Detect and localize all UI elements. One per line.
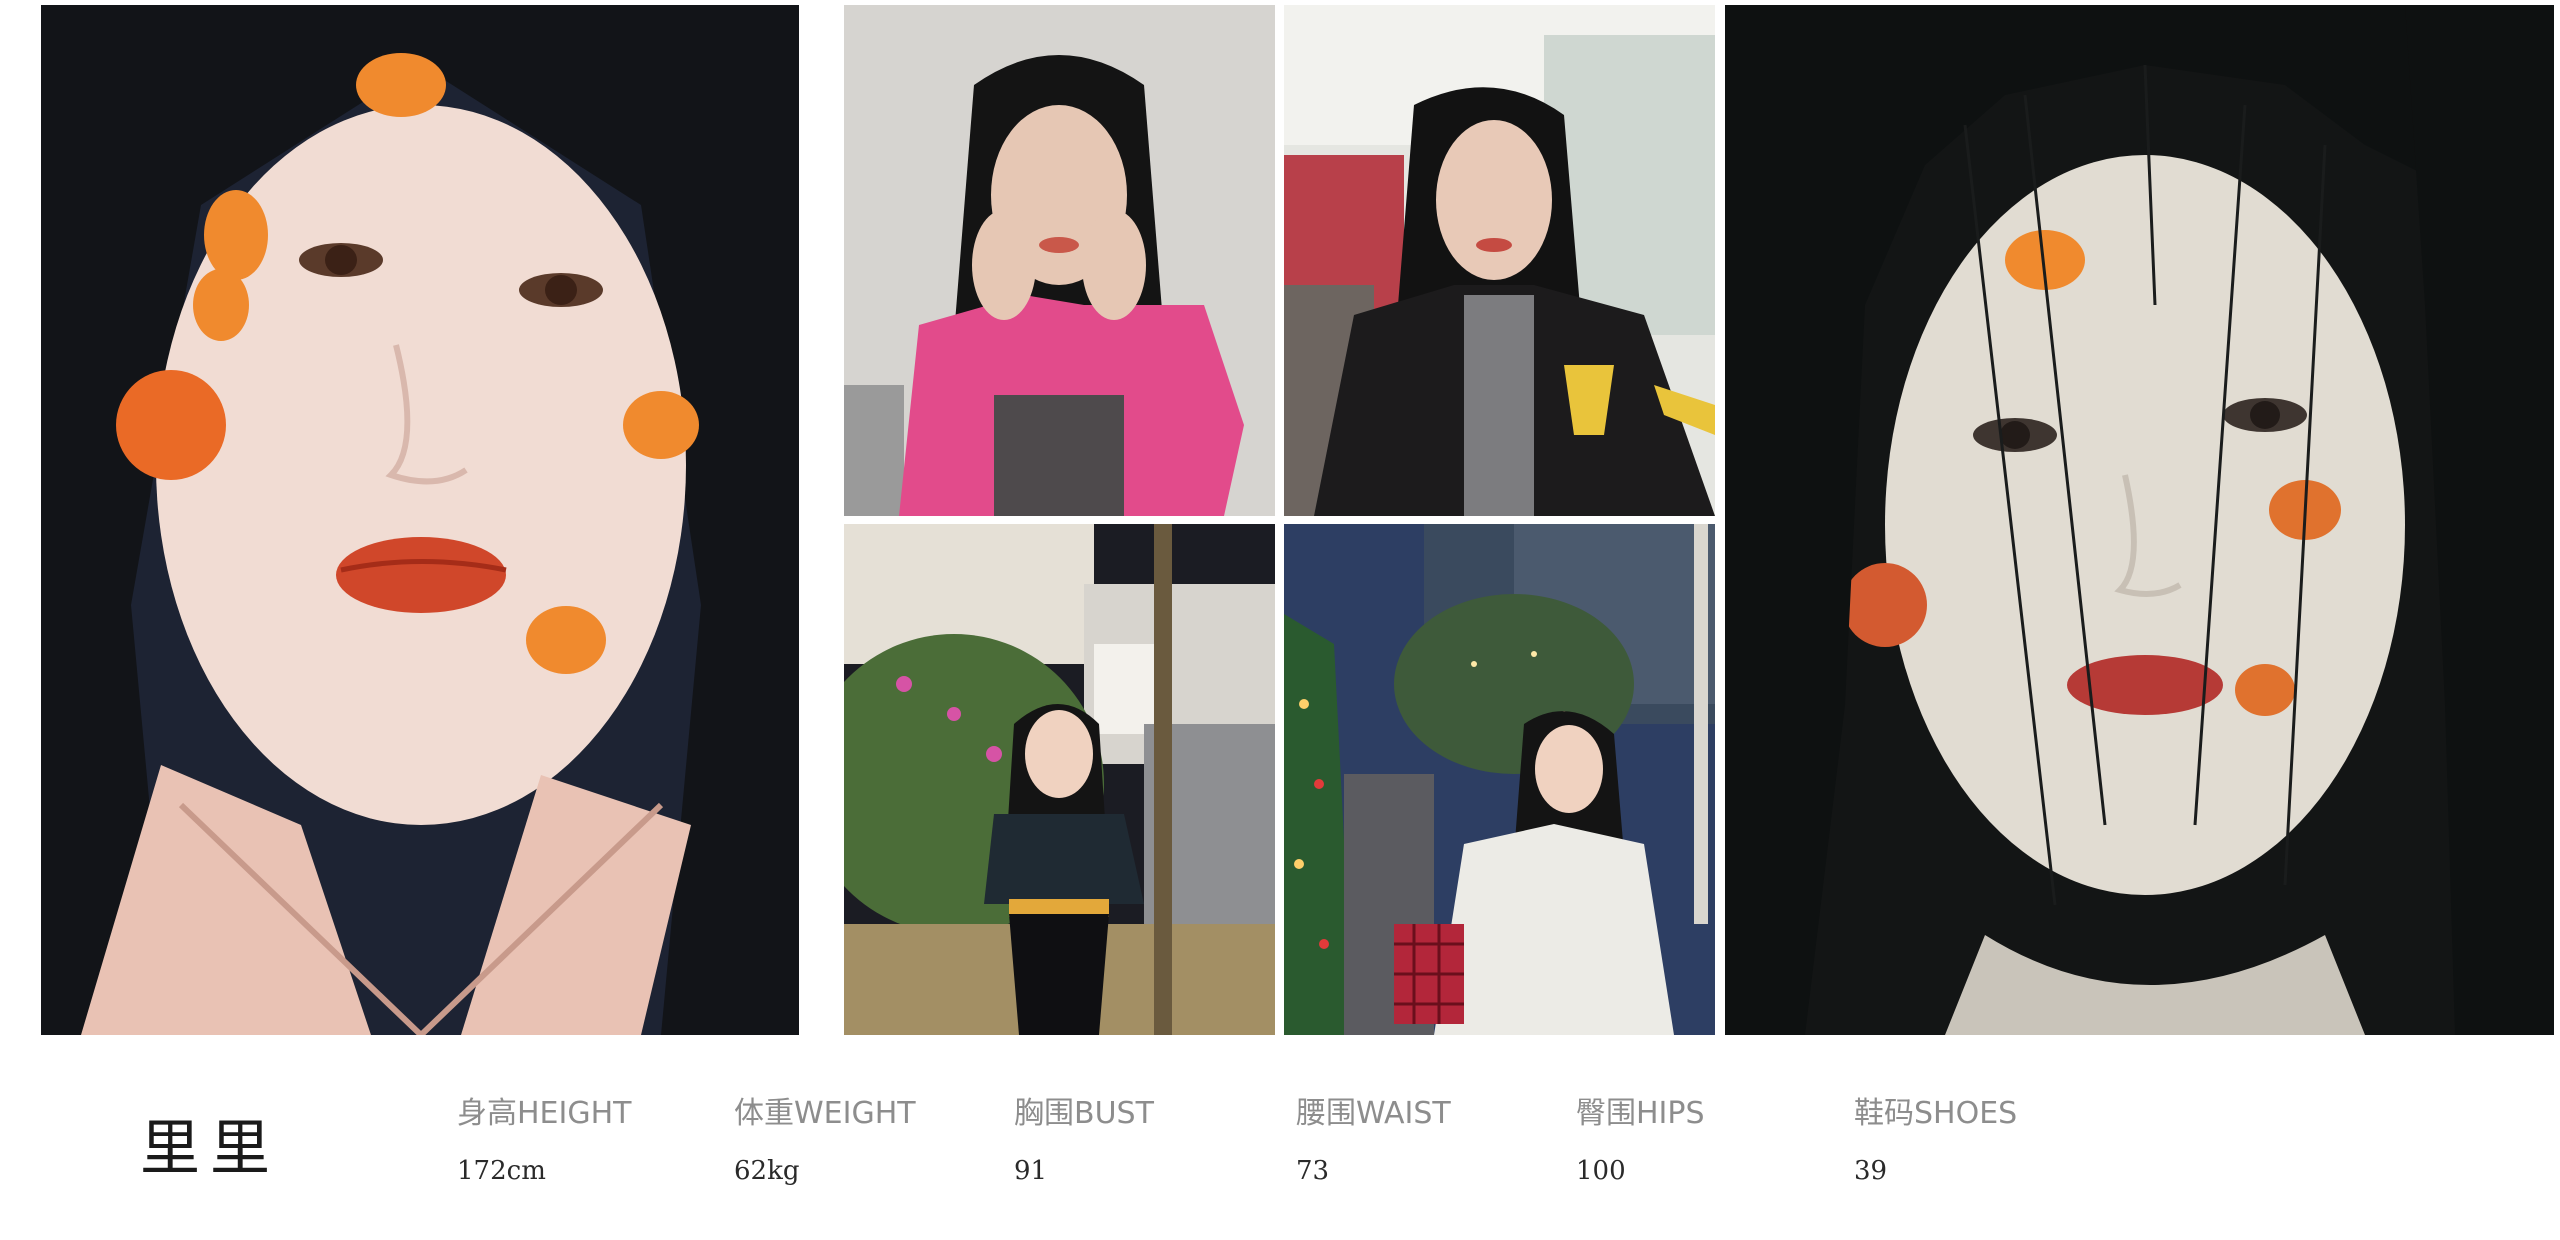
- stat-label: 臀围HIPS: [1576, 1096, 1705, 1131]
- photo-pink-shirt: [844, 5, 1275, 516]
- stat-hips: 臀围HIPS 100: [1576, 1088, 1705, 1186]
- portrait-closeup-petals-left: [41, 5, 799, 1035]
- stat-bust: 胸围BUST 91: [1014, 1088, 1154, 1186]
- photo-night-street-plants: [844, 524, 1275, 1035]
- stat-value: 39: [1854, 1156, 1888, 1186]
- portrait-closeup-petals-right: [1725, 5, 2554, 1035]
- stat-label: 身高HEIGHT: [457, 1096, 632, 1131]
- stat-label: 鞋码SHOES: [1854, 1096, 2018, 1131]
- stat-label: 体重WEIGHT: [734, 1096, 916, 1131]
- stat-value: 62kg: [734, 1156, 800, 1186]
- stat-shoes: 鞋码SHOES 39: [1854, 1088, 2017, 1186]
- stat-value: 73: [1296, 1156, 1330, 1186]
- stat-height: 身高HEIGHT 172cm: [457, 1088, 632, 1186]
- model-name: 里里: [140, 1114, 280, 1184]
- stat-label: 胸围BUST: [1014, 1096, 1154, 1131]
- stat-value: 172cm: [457, 1156, 546, 1186]
- stat-label: 腰围WAIST: [1296, 1096, 1451, 1131]
- photo-christmas-night-city: [1284, 524, 1715, 1035]
- stat-weight: 体重WEIGHT 62kg: [734, 1088, 916, 1186]
- stat-value: 100: [1576, 1156, 1626, 1186]
- stat-waist: 腰围WAIST 73: [1296, 1088, 1451, 1186]
- stat-value: 91: [1014, 1156, 1048, 1186]
- photo-varsity-jacket: [1284, 5, 1715, 516]
